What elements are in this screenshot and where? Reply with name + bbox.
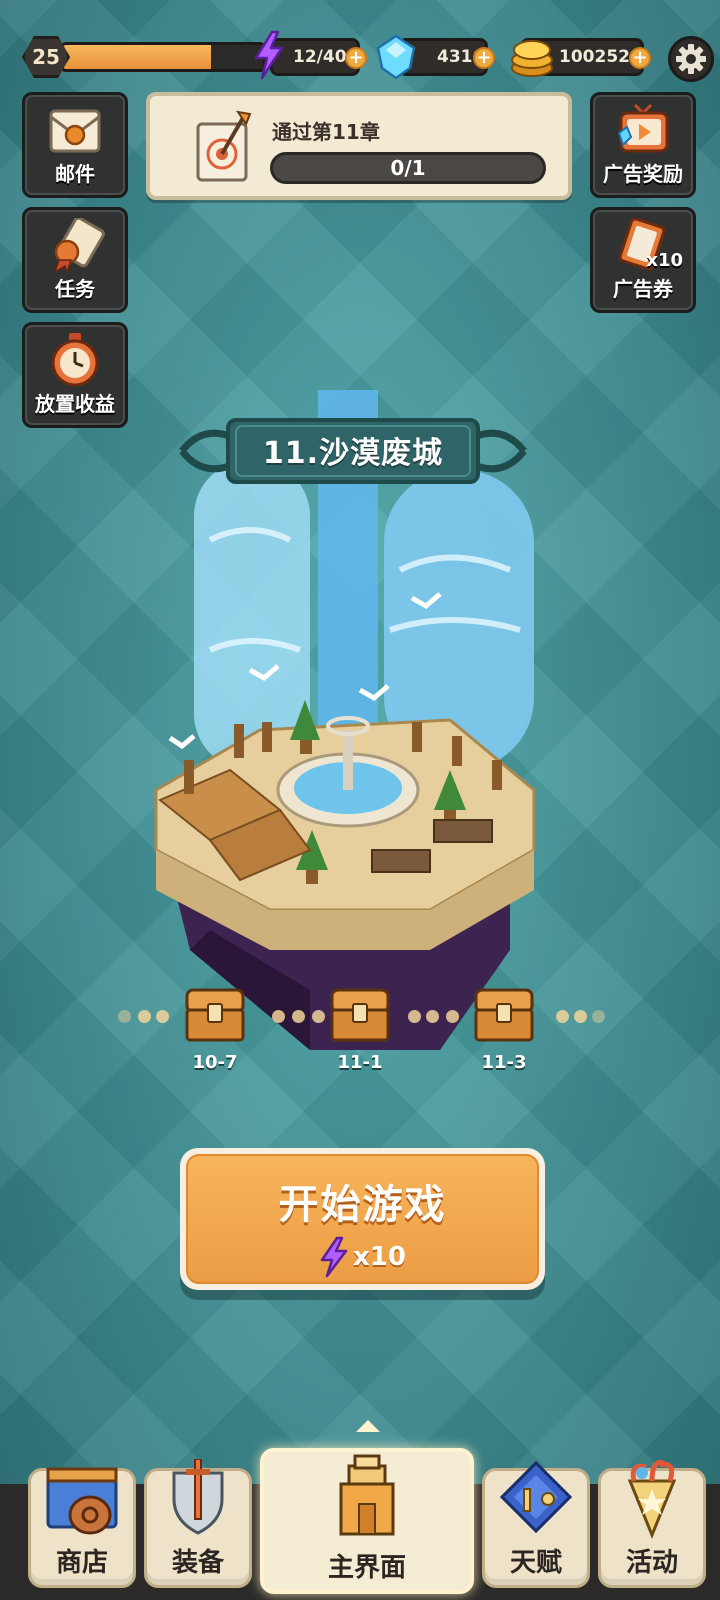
nav-talent-label: 天赋 (509, 1548, 562, 1578)
start-game-cost: x10 (188, 1236, 537, 1278)
energy-plus-button[interactable]: + (345, 47, 367, 69)
chapter-node-10-7[interactable]: 10-7 (180, 984, 250, 1073)
settings-button[interactable] (668, 36, 714, 82)
ad-reward-button[interactable]: 广告奖励 (590, 92, 696, 198)
diamond-icon (376, 34, 416, 80)
idle-rewards-button[interactable]: 放置收益 (22, 322, 128, 428)
path-dot (156, 1010, 169, 1023)
ad-ticket-button[interactable]: x10 广告券 (590, 207, 696, 313)
coin-plus-button[interactable]: + (629, 47, 651, 69)
ad-ticket-count: x10 (646, 250, 683, 271)
chest-icon (474, 988, 534, 1042)
chapter-label: 11-3 (481, 1052, 527, 1073)
nav-main[interactable]: 主界面 (260, 1448, 474, 1594)
castle-icon (339, 1454, 395, 1536)
quest-progress-value: 0/1 (390, 156, 426, 180)
xp-bar (60, 42, 266, 72)
chapter-node-11-3[interactable]: 11-3 (469, 984, 539, 1073)
active-tab-indicator (356, 1420, 380, 1432)
path-dot (272, 1010, 285, 1023)
lightning-icon (254, 30, 284, 80)
quest-button[interactable]: 任务 (22, 207, 128, 313)
nav-shop[interactable]: 商店 (28, 1467, 136, 1588)
scroll-icon (53, 218, 105, 274)
path-dot (118, 1010, 131, 1023)
gem-plus-button[interactable]: + (473, 47, 495, 69)
quest-title: 通过第11章 (272, 120, 380, 144)
chapter-label: 10-7 (192, 1052, 238, 1073)
ad-ticket-label: 广告券 (613, 277, 673, 301)
nav-main-label: 主界面 (327, 1553, 406, 1583)
player-level[interactable]: 25 (22, 36, 266, 78)
nav-equipment-label: 装备 (171, 1548, 224, 1578)
level-value: 25 (32, 45, 60, 69)
path-dot (574, 1010, 587, 1023)
nav-talent[interactable]: 天赋 (482, 1460, 590, 1588)
shop-icon (46, 1467, 118, 1535)
stage-title: 11.沙漠废城 (262, 436, 444, 471)
xp-bar-fill (63, 45, 211, 69)
path-dot (426, 1010, 439, 1023)
nav-activity[interactable]: 活动 (598, 1459, 706, 1588)
gear-icon (676, 44, 706, 74)
chapter-label: 11-1 (337, 1052, 383, 1073)
start-game-button[interactable]: 开始游戏 x10 (180, 1148, 545, 1290)
tv-icon (617, 103, 669, 153)
sword-icon (172, 1459, 224, 1535)
start-cost-value: x10 (353, 1242, 406, 1272)
nav-equipment[interactable]: 装备 (144, 1459, 252, 1588)
path-dot (408, 1010, 421, 1023)
lightning-icon (320, 1236, 348, 1278)
activity-icon (627, 1459, 677, 1539)
start-game-label: 开始游戏 (278, 1182, 447, 1228)
path-dot (292, 1010, 305, 1023)
envelope-icon (49, 109, 101, 153)
mail-label: 邮件 (55, 162, 95, 186)
talent-icon (499, 1460, 573, 1534)
chest-icon (185, 988, 245, 1042)
path-dot (312, 1010, 325, 1023)
stage-banner: 11.沙漠废城 (178, 416, 528, 486)
coin-icon (511, 40, 553, 77)
quest-card[interactable]: 通过第11章 0/1 (146, 92, 572, 200)
coin-value: 100252 (559, 47, 630, 67)
path-dot (138, 1010, 151, 1023)
quest-progress-bar: 0/1 (270, 152, 546, 184)
path-dot (446, 1010, 459, 1023)
nav-activity-label: 活动 (625, 1548, 678, 1578)
energy-value: 12/40 (293, 47, 347, 67)
quest-label: 任务 (55, 277, 95, 301)
path-dot (556, 1010, 569, 1023)
ad-reward-label: 广告奖励 (603, 162, 683, 186)
nav-shop-label: 商店 (55, 1548, 108, 1578)
target-scroll-icon (196, 110, 252, 182)
path-dot (592, 1010, 605, 1023)
chapter-node-11-1[interactable]: 11-1 (325, 984, 395, 1073)
mail-button[interactable]: 邮件 (22, 92, 128, 198)
chest-icon (330, 988, 390, 1042)
stopwatch-icon (51, 333, 99, 387)
idle-rewards-label: 放置收益 (35, 392, 115, 416)
